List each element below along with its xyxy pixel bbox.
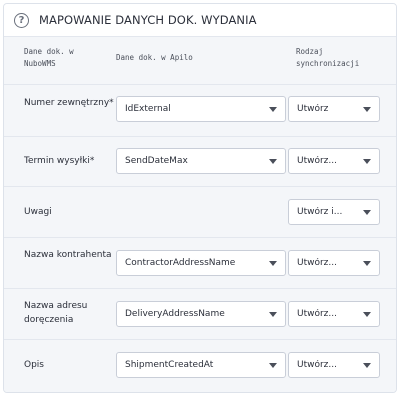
row-label: Uwagi [24,207,52,217]
table-header: Dane dok. w NuboWMS Dane dok. w Apilo Ro… [4,37,396,85]
sync-type-select[interactable]: Utwórz [288,96,380,122]
apilo-field-select[interactable]: SendDateMax [116,148,286,174]
select-value: Utwórz... [297,156,337,166]
caret-down-icon [363,209,371,215]
row-label: Nazwa adresu doręczenia [24,301,88,325]
row-label: Numer zewnętrzny* [24,98,114,108]
select-value: Utwórz... [297,258,337,268]
sync-type-select[interactable]: Utwórz... [288,250,380,276]
caret-down-icon [363,158,371,164]
row-label: Opis [24,360,44,370]
caret-down-icon [269,311,277,317]
sync-type-select[interactable]: Utwórz... [288,301,380,327]
column-header-nubo: Dane dok. w NuboWMS [24,47,74,68]
caret-down-icon [269,106,277,112]
sync-type-select[interactable]: Utwórz... [288,352,380,378]
panel-header: ? MAPOWANIE DANYCH DOK. WYDANIA [4,4,396,37]
select-value: ContractorAddressName [125,258,236,268]
table-row: Numer zewnętrzny* IdExternal Utwórz [4,85,396,137]
caret-down-icon [269,260,277,266]
column-header-sync: Rodzaj synchronizacji [296,47,360,68]
select-value: DeliveryAddressName [125,309,225,319]
caret-down-icon [363,362,371,368]
apilo-field-select[interactable]: ShipmentCreatedAt [116,352,286,378]
column-header-apilo: Dane dok. w Apilo [116,53,193,62]
table-row: Nazwa kontrahenta ContractorAddressName … [4,238,396,289]
sync-type-select[interactable]: Utwórz... [288,148,380,174]
sync-type-select[interactable]: Utwórz i... [288,199,380,225]
caret-down-icon [363,260,371,266]
apilo-field-select[interactable]: IdExternal [116,96,286,122]
select-value: ShipmentCreatedAt [125,360,214,370]
select-value: Utwórz... [297,309,337,319]
select-value: IdExternal [125,104,171,114]
caret-down-icon [363,106,371,112]
panel-title: MAPOWANIE DANYCH DOK. WYDANIA [39,13,257,27]
apilo-field-select[interactable]: ContractorAddressName [116,250,286,276]
select-value: Utwórz... [297,360,337,370]
table-row: Opis ShipmentCreatedAt Utwórz... [4,340,396,392]
mapping-panel: ? MAPOWANIE DANYCH DOK. WYDANIA Dane dok… [3,3,397,393]
caret-down-icon [269,158,277,164]
select-value: Utwórz i... [297,207,343,217]
caret-down-icon [269,362,277,368]
apilo-field-select[interactable]: DeliveryAddressName [116,301,286,327]
select-value: SendDateMax [125,156,188,166]
select-value: Utwórz [297,104,329,114]
table-row: Nazwa adresu doręczenia DeliveryAddressN… [4,289,396,340]
row-label: Nazwa kontrahenta [24,250,112,260]
table-row: Uwagi Utwórz i... [4,187,396,238]
table-row: Termin wysyłki* SendDateMax Utwórz... [4,137,396,187]
caret-down-icon [363,311,371,317]
help-icon[interactable]: ? [14,12,29,28]
row-label: Termin wysyłki* [24,156,95,166]
